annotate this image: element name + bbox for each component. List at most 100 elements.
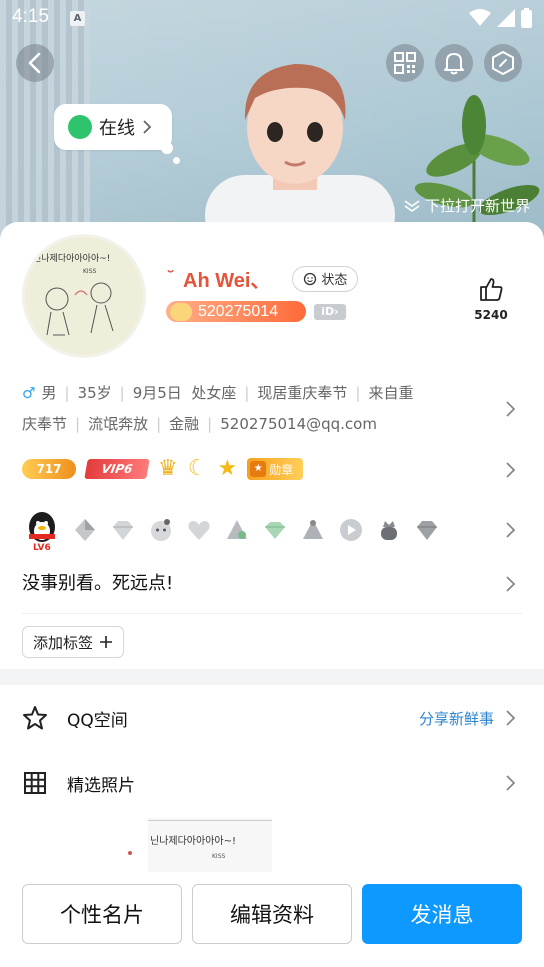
badge-chevron-icon — [505, 521, 519, 538]
status-time: 4:15 — [12, 6, 49, 27]
qr-code-icon — [394, 52, 416, 74]
badge-10-icon — [412, 515, 442, 545]
info-line-1: ♂ 男 | 35岁 | 9月5日 处女座 | 现居重庆奉节 | 来自重 — [22, 384, 414, 402]
info-chevron-icon — [505, 400, 519, 417]
bell-icon — [444, 53, 464, 75]
name-row: ˘ Ah Wei、 状态 — [166, 264, 359, 293]
age-text: 35岁 — [77, 384, 112, 402]
photos-label: 精选照片 — [67, 775, 135, 796]
profile-card-button[interactable]: 个性名片 — [22, 884, 182, 944]
badge-6-icon — [260, 515, 290, 545]
badge-3-icon — [146, 515, 176, 545]
hometown-text-a: 来自重 — [368, 384, 414, 402]
badge-row[interactable]: LV6 — [22, 505, 442, 555]
zodiac-text: 处女座 — [191, 384, 237, 402]
profile-name[interactable]: Ah Wei、 — [183, 264, 270, 293]
qr-code-button[interactable] — [386, 44, 424, 82]
star-level-icon: ★ — [217, 456, 238, 481]
online-status-bubble[interactable]: 在线 — [54, 104, 172, 150]
photos-chevron-icon — [505, 774, 519, 791]
badge-8-icon — [336, 515, 366, 545]
grid-icon — [24, 772, 46, 794]
app-notification-icon: A — [70, 11, 85, 26]
preview-caption-sub: KISS — [212, 853, 226, 860]
smile-plus-icon — [304, 272, 317, 285]
set-status-button[interactable]: 状态 — [292, 265, 359, 292]
qq-number: 520275014 — [198, 302, 279, 320]
edit-profile-button[interactable]: 编辑资料 — [192, 884, 352, 944]
avatar-sketch-image: 닌나제다아아아아~! KISS — [25, 237, 143, 355]
section-separator — [0, 669, 544, 685]
badge-9-icon — [374, 515, 404, 545]
location-text: 现居重庆奉节 — [257, 384, 348, 402]
status-bar: 4:15 A — [0, 0, 544, 38]
profile-avatar[interactable]: 닌나제다아아아아~! KISS — [22, 234, 146, 358]
avatar-caption: 닌나제다아아아아~! — [33, 253, 110, 264]
moon-level-icon: ☾ — [187, 456, 208, 481]
status-indicators — [469, 8, 532, 28]
pull-hint-text: 下拉打开新世界 — [424, 197, 530, 215]
hometown-text-b: 庆奉节 — [22, 415, 68, 433]
pull-down-hint[interactable]: 下拉打开新世界 — [403, 195, 530, 216]
avatar-character-illustration — [205, 64, 395, 250]
badge-5-icon — [222, 515, 252, 545]
like-button[interactable]: 5240 — [469, 276, 513, 322]
signature-text[interactable]: 没事别看。死远点! — [22, 569, 173, 595]
medal-star-icon: ★ — [250, 461, 267, 477]
industry-text: 金融 — [169, 415, 200, 433]
vip-badge: VIP6 — [84, 459, 150, 479]
badge-1-icon — [70, 515, 100, 545]
personality-text: 流氓奔放 — [88, 415, 149, 433]
medal-label: 勋章 — [269, 462, 294, 477]
settings-button[interactable] — [484, 44, 522, 82]
id-tag-label: iD — [321, 305, 335, 318]
add-tag-button[interactable]: 添加标签 — [22, 626, 124, 658]
signature-chevron-icon — [505, 575, 519, 592]
badge-4-icon — [184, 515, 214, 545]
online-dot-icon — [68, 115, 92, 139]
plus-icon — [100, 636, 112, 648]
photo-preview[interactable]: 닌나제다아아아아~! KISS — [120, 818, 272, 880]
signal-icon — [497, 9, 515, 27]
divider — [22, 613, 522, 614]
chevron-left-icon — [28, 52, 41, 74]
male-icon: ♂ — [22, 384, 36, 402]
plant-decoration — [414, 95, 540, 240]
medal-badge: ★ 勋章 — [247, 458, 304, 480]
gender-text: 男 — [41, 384, 57, 402]
bubble-tail — [161, 142, 173, 154]
vip-label: VIP6 — [100, 462, 134, 476]
profile-info[interactable]: ♂ 男 | 35岁 | 9月5日 处女座 | 现居重庆奉节 | 来自重 庆奉节 | 流氓奔放 | 金融 | 5… — [22, 378, 492, 440]
bubble-tail-small — [173, 157, 180, 164]
qzone-chevron-icon — [505, 709, 519, 726]
status-button-label: 状态 — [321, 273, 348, 288]
level-coin-badge: 717 — [22, 459, 76, 479]
qq-number-row: 520275014 iD › — [166, 301, 346, 322]
photos-row[interactable]: 精选照片 — [0, 753, 544, 813]
like-count: 5240 — [474, 308, 508, 322]
penguin-level-text: LV6 — [33, 543, 51, 553]
level-medal-row[interactable]: 717 VIP6 ♛ ☾ ★ ★ 勋章 — [22, 453, 304, 485]
birthday-text: 9月5日 — [132, 384, 182, 402]
badge-7-icon — [298, 515, 328, 545]
double-chevron-down-icon — [404, 199, 420, 212]
avatar-caption-sub: KISS — [83, 268, 97, 275]
penguin-level-icon: LV6 — [22, 507, 62, 553]
name-prefix-mark: ˘ — [166, 268, 175, 289]
info-line-2: 庆奉节 | 流氓奔放 | 金融 | 520275014@qq.com — [22, 415, 377, 433]
battery-icon — [521, 8, 532, 28]
qq-number-badge[interactable]: 520275014 — [166, 301, 306, 322]
qzone-row[interactable]: QQ空间 分享新鲜事 — [0, 688, 544, 748]
send-message-button[interactable]: 发消息 — [362, 884, 522, 944]
back-button[interactable] — [16, 44, 54, 82]
id-tag[interactable]: iD › — [314, 303, 346, 320]
hexagon-settings-icon — [492, 51, 514, 75]
add-tag-label: 添加标签 — [32, 633, 93, 652]
qzone-action-link[interactable]: 分享新鲜事 — [419, 708, 494, 729]
online-status-text: 在线 — [99, 118, 135, 139]
badge-2-icon — [108, 515, 138, 545]
star-outline-icon — [23, 706, 47, 730]
level-coin-value: 717 — [36, 462, 62, 476]
profile-banner[interactable]: 4:15 A 在线 下拉打开新世界 — [0, 0, 544, 250]
notification-button[interactable] — [435, 44, 473, 82]
